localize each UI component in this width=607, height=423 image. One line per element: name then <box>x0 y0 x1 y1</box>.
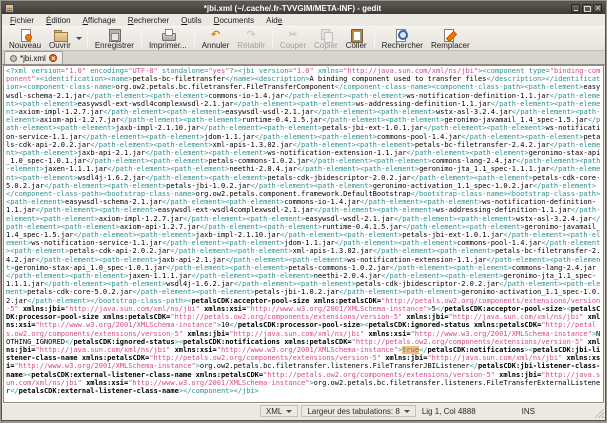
chevron-down-icon <box>286 410 292 413</box>
copy-icon <box>319 29 333 41</box>
copier-button: Copier <box>310 27 342 50</box>
enregistrer-button[interactable]: Enregistrer <box>91 27 138 50</box>
new-document-icon <box>18 29 32 41</box>
save-icon <box>107 29 121 41</box>
tab-bar: *jbi.xml <box>2 51 605 65</box>
cut-icon: ✂ <box>286 29 300 41</box>
ouvrir-button[interactable]: Ouvrir <box>45 27 75 50</box>
nouveau-label: Nouveau <box>9 41 41 50</box>
editor-frame: <?xml version="1.0" encoding="UTF-8" sta… <box>3 65 604 403</box>
tab-close-icon[interactable] <box>49 54 57 62</box>
couper-button: ✂Couper <box>276 27 310 50</box>
menu-affichage[interactable]: Affichage <box>77 15 122 26</box>
coller-button[interactable]: Coller <box>342 27 371 50</box>
retablir-label: Rétablir <box>237 41 265 50</box>
resize-grip[interactable] <box>593 407 604 418</box>
search-icon <box>395 29 409 41</box>
toolbar-separator <box>374 29 375 48</box>
remplacer-button[interactable]: Remplacer <box>427 27 474 50</box>
menubar: FichierÉditionAffichageRechercherOutilsD… <box>2 14 605 26</box>
redo-icon: ↷ <box>244 29 258 41</box>
ouvrir-label: Ouvrir <box>49 41 71 50</box>
cursor-position: Lig 1, Col 4888 <box>416 407 482 416</box>
imprimer-label: Imprimer... <box>149 41 187 50</box>
toolbar-separator <box>272 29 273 48</box>
annuler-label: Annuler <box>202 41 230 50</box>
gedit-window: *jbi.xml (~/.cache/.fr-TVVGIM/META-INF) … <box>1 1 606 421</box>
menu-fichier[interactable]: Fichier <box>4 15 40 26</box>
chevron-down-icon <box>404 410 410 413</box>
window-title: *jbi.xml (~/.cache/.fr-TVVGIM/META-INF) … <box>16 4 569 13</box>
tab-jbi-xml[interactable]: *jbi.xml <box>4 51 63 64</box>
menu-aide[interactable]: Aide <box>260 15 288 26</box>
menu-edition[interactable]: Édition <box>40 15 77 26</box>
toolbar-separator <box>194 29 195 48</box>
titlebar[interactable]: *jbi.xml (~/.cache/.fr-TVVGIM/META-INF) … <box>2 2 605 14</box>
menu-outils[interactable]: Outils <box>175 15 207 26</box>
replace-icon <box>443 29 457 41</box>
statusbar: XML Largeur des tabulations: 8 Lig 1, Co… <box>2 403 605 420</box>
print-icon <box>161 29 175 41</box>
nouveau-button[interactable]: Nouveau <box>5 27 45 50</box>
language-selector[interactable]: XML <box>260 405 298 417</box>
rechercher-tb-button[interactable]: Rechercher <box>378 27 427 50</box>
tab-width-selector[interactable]: Largeur des tabulations: 8 <box>301 405 416 417</box>
imprimer-button[interactable]: Imprimer... <box>145 27 191 50</box>
minimize-button[interactable] <box>571 4 580 13</box>
menu-documents[interactable]: Documents <box>208 15 261 26</box>
toolbar: Nouveau Ouvrir Enregistrer Imprimer... ↶Annu… <box>2 26 605 51</box>
language-label: XML <box>266 407 282 416</box>
editor-text-area[interactable]: <?xml version="1.0" encoding="UTF-8" sta… <box>4 66 603 402</box>
retablir-button: ↷Rétablir <box>233 27 269 50</box>
rechercher-tb-label: Rechercher <box>382 41 423 50</box>
maximize-button[interactable] <box>582 4 591 13</box>
open-folder-icon <box>53 29 67 41</box>
menu-rechercher[interactable]: Rechercher <box>122 15 175 26</box>
annuler-button[interactable]: ↶Annuler <box>198 27 234 50</box>
undo-icon: ↶ <box>209 29 223 41</box>
tab-width-label: Largeur des tabulations: 8 <box>307 407 400 416</box>
remplacer-label: Remplacer <box>431 41 470 50</box>
document-icon <box>10 55 17 62</box>
input-mode: INS <box>516 407 541 416</box>
couper-label: Couper <box>280 41 306 50</box>
enregistrer-label: Enregistrer <box>95 41 134 50</box>
toolbar-separator <box>141 29 142 48</box>
toolbar-separator <box>87 29 88 48</box>
tab-label: *jbi.xml <box>20 54 46 63</box>
close-button[interactable] <box>593 4 602 13</box>
paste-icon <box>349 29 363 41</box>
open-recent-dropdown-caret[interactable] <box>75 27 84 50</box>
gedit-app-icon <box>5 4 14 13</box>
